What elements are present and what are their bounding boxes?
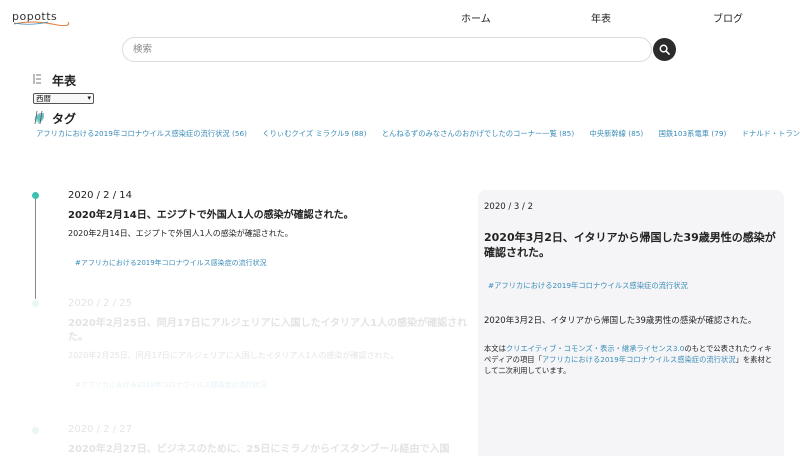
entry-date: 2020 / 2 / 25 — [68, 298, 132, 309]
tag-link[interactable]: 国鉄103系電車 (79) — [659, 129, 727, 138]
nav-home[interactable]: ホーム — [461, 10, 491, 25]
timeline-dot — [32, 427, 39, 434]
tag-icon — [34, 111, 44, 124]
detail-tag-link[interactable]: #アフリカにおける2019年コロナウイルス感染症の流行状況 — [488, 281, 778, 291]
chevron-down-icon: ▾ — [87, 94, 91, 102]
tag-link[interactable]: 中央新幹線 (85) — [590, 129, 644, 138]
timeline-dot — [32, 300, 39, 307]
timeline-line — [35, 192, 36, 299]
timeline-entry[interactable]: 2020 / 2 / 14 2020年2月14日、エジプトで外国人1人の感染が確… — [68, 190, 468, 268]
entry-body: 2020年2月25日、同月17日にアルジェリアに入国したイタリア人1人の感染が確… — [68, 351, 399, 360]
nav-nenpyo[interactable]: 年表 — [591, 10, 611, 25]
license-notice: 本文はクリエイティブ・コモンズ・表示・継承ライセンス3.0のもとで公表されたウィ… — [484, 343, 778, 376]
nenpyo-heading: 年表 — [52, 74, 77, 88]
tag-link[interactable]: くりぃむクイズ ミラクル9 (88) — [262, 129, 366, 138]
search-icon — [659, 44, 670, 55]
entry-date: 2020 / 2 / 27 — [68, 424, 132, 435]
entry-tag-link[interactable]: #アフリカにおける2019年コロナウイルス感染症の流行状況 — [75, 380, 468, 390]
list-icon — [33, 74, 41, 84]
license-link[interactable]: クリエイティブ・コモンズ・表示・継承ライセンス3.0 — [506, 344, 685, 353]
tag-link[interactable]: アフリカにおける2019年コロナウイルス感染症の流行状況 (56) — [36, 129, 247, 138]
license-prefix: 本文は — [484, 344, 506, 353]
timeline-entry[interactable]: 2020 / 2 / 27 2020年2月27日、ビジネスのために、25日にミラ… — [68, 424, 468, 456]
detail-title: 2020年3月2日、イタリアから帰国した39歳男性の感染が確認された。 — [484, 231, 776, 259]
tag-link[interactable]: とんねるずのみなさんのおかげでしたのコーナー一覧 (85) — [382, 129, 574, 138]
detail-panel: 2020 / 3 / 2 2020年3月2日、イタリアから帰国した39歳男性の感… — [478, 190, 784, 456]
search-button[interactable] — [653, 38, 676, 61]
nav-blog[interactable]: ブログ — [713, 10, 743, 25]
search-input[interactable] — [122, 37, 652, 62]
site-logo[interactable]: popotts — [12, 8, 70, 26]
tag-link[interactable]: ドナルド・トラン — [742, 129, 800, 138]
era-select-value: 西暦 — [36, 94, 51, 103]
detail-body: 2020年3月2日、イタリアから帰国した39歳男性の感染が確認された。 — [484, 316, 757, 326]
timeline-entry[interactable]: 2020 / 2 / 25 2020年2月25日、同月17日にアルジェリアに入国… — [68, 298, 468, 390]
logo-text: popotts — [12, 10, 57, 23]
entry-date: 2020 / 2 / 14 — [68, 190, 132, 201]
tags-heading: タグ — [52, 112, 77, 126]
article-link[interactable]: アフリカにおける2019年コロナウイルス感染症の流行状況 — [542, 355, 736, 364]
entry-tag-link[interactable]: #アフリカにおける2019年コロナウイルス感染症の流行状況 — [75, 258, 468, 268]
era-select[interactable]: 西暦 ▾ — [33, 93, 94, 104]
detail-date: 2020 / 3 / 2 — [484, 202, 533, 212]
entry-title: 2020年2月14日、エジプトで外国人1人の感染が確認された。 — [68, 210, 354, 221]
entry-title: 2020年2月27日、ビジネスのために、25日にミラノからイスタンブール経由で入… — [68, 444, 450, 455]
tag-list: アフリカにおける2019年コロナウイルス感染症の流行状況 (56) くりぃむクイ… — [36, 129, 800, 141]
timeline-dot — [32, 192, 39, 199]
entry-body: 2020年2月14日、エジプトで外国人1人の感染が確認された。 — [68, 229, 293, 238]
entry-title: 2020年2月25日、同月17日にアルジェリアに入国したイタリア人1人の感染が確… — [68, 318, 468, 343]
